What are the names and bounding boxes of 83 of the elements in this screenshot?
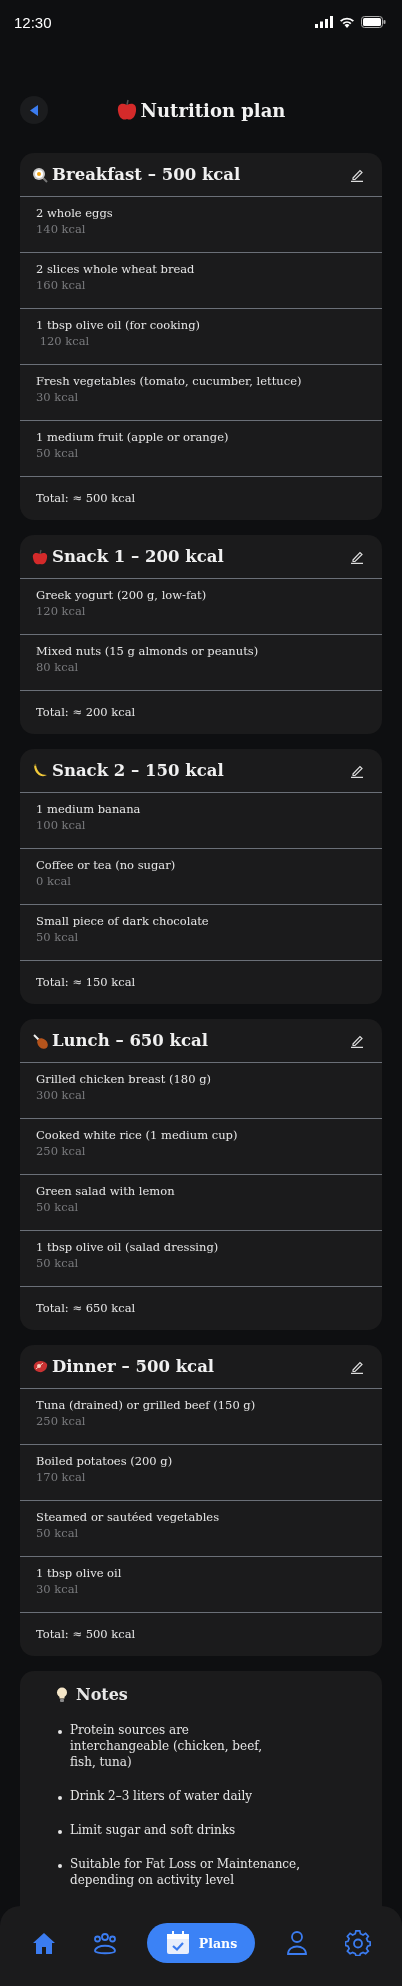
- meal-title: Breakfast – 500 kcal: [52, 165, 242, 184]
- calorie-value: 120 kcal: [36, 604, 87, 618]
- edit-button[interactable]: [350, 1033, 364, 1048]
- total-calories: Total: ≈ 200 kcal: [35, 704, 137, 721]
- steak-icon: [32, 1358, 48, 1375]
- food-name: Tuna (drained) or grilled beef (150 g): [36, 1398, 257, 1412]
- food-name: 2 whole eggs: [36, 206, 114, 220]
- food-name: Greek yogurt (200 g, low-fat): [36, 588, 208, 602]
- drumstick-icon: [32, 1032, 48, 1049]
- banana-icon: [32, 762, 48, 779]
- people-icon: [92, 1930, 119, 1956]
- food-name: 1 medium fruit (apple or orange): [36, 430, 230, 444]
- apple-icon: [116, 99, 137, 121]
- notes-title: Notes: [76, 1685, 128, 1704]
- calorie-value: 50 kcal: [36, 1200, 80, 1214]
- calorie-value: 300 kcal: [36, 1088, 87, 1102]
- food-name: Coffee or tea (no sugar): [36, 858, 177, 872]
- calorie-value: 30 kcal: [36, 1582, 80, 1596]
- food-name: 1 medium banana: [36, 802, 142, 816]
- food-name: Mixed nuts (15 g almonds or peanuts): [36, 644, 260, 658]
- food-name: Cooked white rice (1 medium cup): [36, 1128, 239, 1142]
- lightbulb-icon: [56, 1686, 68, 1703]
- food-name: 1 tbsp olive oil (salad dressing): [36, 1240, 220, 1254]
- pencil-icon: [350, 763, 364, 778]
- note-text: Drink 2–3 liters of water daily: [70, 1788, 253, 1804]
- calorie-value: 140 kcal: [36, 222, 87, 236]
- nav-tab-selected[interactable]: Plans: [146, 1923, 256, 1963]
- note-text: Suitable for Fat Loss or Maintenance, depending on activity level: [70, 1856, 301, 1888]
- note-text: Limit sugar and soft drinks: [70, 1822, 236, 1838]
- pencil-icon: [350, 1033, 364, 1048]
- meal-title: Lunch – 650 kcal: [52, 1031, 209, 1050]
- battery-icon: [361, 16, 386, 28]
- food-name: 1 tbsp olive oil: [36, 1566, 123, 1580]
- meal-title: Dinner – 500 kcal: [52, 1357, 216, 1376]
- bullet-icon: [58, 1730, 62, 1734]
- calorie-value: 250 kcal: [36, 1414, 87, 1428]
- food-name: Small piece of dark chocolate: [36, 914, 210, 928]
- calorie-value: 30 kcal: [36, 390, 80, 404]
- apple-icon: [32, 548, 48, 565]
- signal-icon: [315, 16, 333, 28]
- edit-button[interactable]: [350, 549, 364, 564]
- calorie-value: 80 kcal: [36, 660, 80, 674]
- food-name: 1 tbsp olive oil (for cooking): [36, 318, 202, 332]
- food-name: Grilled chicken breast (180 g): [36, 1072, 212, 1086]
- food-name: 2 slices whole wheat bread: [36, 262, 196, 276]
- food-name: Fresh vegetables (tomato, cucumber, lettuce): [36, 374, 303, 388]
- calorie-value: 50 kcal: [36, 446, 80, 460]
- note-text: Protein sources are interchangeable (chicken, beef, fish, tuna): [70, 1722, 264, 1770]
- bullet-icon: [58, 1864, 62, 1868]
- calorie-value: 0 kcal: [36, 874, 72, 888]
- calorie-value: 250 kcal: [36, 1144, 87, 1158]
- total-calories: Total: ≈ 500 kcal: [35, 490, 137, 507]
- pencil-icon: [350, 549, 364, 564]
- calorie-value: 50 kcal: [36, 930, 80, 944]
- edit-button[interactable]: [350, 1359, 364, 1374]
- food-name: Green salad with lemon: [36, 1184, 176, 1198]
- calorie-value: 120 kcal: [38, 334, 91, 348]
- food-name: Boiled potatoes (200 g): [36, 1454, 174, 1468]
- meal-title: Snack 2 – 150 kcal: [52, 761, 225, 780]
- back-arrow-icon: [29, 104, 39, 116]
- calorie-value: 100 kcal: [36, 818, 87, 832]
- calorie-value: 170 kcal: [36, 1470, 87, 1484]
- wifi-icon: [339, 16, 355, 28]
- bullet-icon: [58, 1796, 62, 1800]
- edit-button[interactable]: [350, 167, 364, 182]
- pencil-icon: [350, 167, 364, 182]
- total-calories: Total: ≈ 500 kcal: [35, 1626, 137, 1643]
- back-button[interactable]: [20, 96, 48, 124]
- edit-button[interactable]: [350, 763, 364, 778]
- calorie-value: 50 kcal: [36, 1526, 80, 1540]
- page-title: Nutrition plan: [140, 99, 286, 121]
- pencil-icon: [350, 1359, 364, 1374]
- food-name: Steamed or sautéed vegetables: [36, 1510, 221, 1524]
- total-calories: Total: ≈ 150 kcal: [35, 974, 137, 991]
- status-time: 12:30: [14, 13, 52, 31]
- calorie-value: 160 kcal: [36, 278, 87, 292]
- calendar-check-icon: [164, 1930, 191, 1956]
- frying-pan-icon: [32, 166, 48, 183]
- total-calories: Total: ≈ 650 kcal: [35, 1300, 137, 1317]
- settings-icon: [344, 1930, 371, 1956]
- calorie-value: 50 kcal: [36, 1256, 80, 1270]
- meal-title: Snack 1 – 200 kcal: [52, 547, 225, 566]
- bullet-icon: [58, 1830, 62, 1834]
